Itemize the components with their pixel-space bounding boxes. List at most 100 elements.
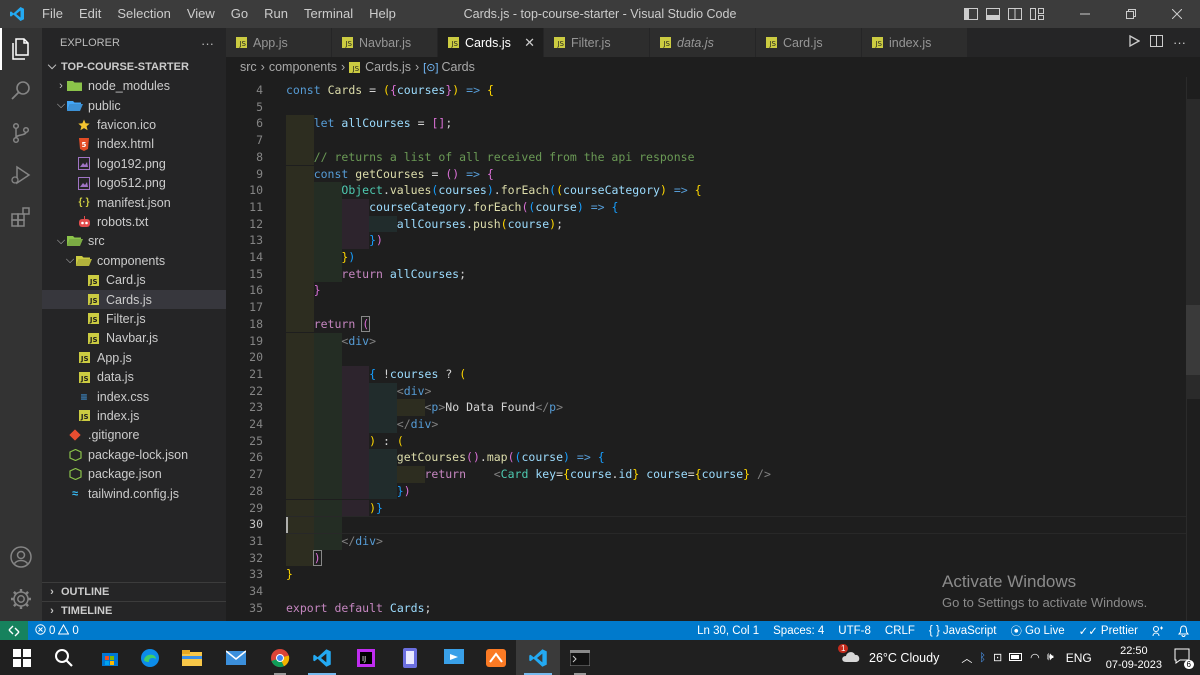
workspace-root[interactable]: ⌵ TOP-COURSE-STARTER	[42, 57, 226, 76]
tree-item-components[interactable]: ⌵ components	[42, 251, 226, 270]
code-line[interactable]: return allCourses;	[286, 266, 466, 283]
extensions-icon[interactable]	[0, 196, 42, 238]
search-icon[interactable]	[0, 70, 42, 112]
prettier-button[interactable]: ✓✓ Prettier	[1072, 624, 1145, 638]
tab-card-js[interactable]: JS Card.js	[756, 28, 862, 57]
run-debug-icon[interactable]	[0, 154, 42, 196]
defender-icon[interactable]: ⊡	[993, 651, 1002, 664]
volume-icon[interactable]: 🕪	[1047, 651, 1054, 664]
code-line[interactable]: return (	[286, 315, 371, 333]
tree-item-logo192-png[interactable]: logo192.png	[42, 154, 226, 173]
tree-item-filter-js[interactable]: JS Filter.js	[42, 309, 226, 328]
tree-item-app-js[interactable]: JS App.js	[42, 348, 226, 367]
code-line[interactable]: const Cards = ({courses}) => {	[286, 82, 494, 99]
notification-center-icon[interactable]: 6	[1170, 648, 1200, 669]
input-language[interactable]: ENG	[1060, 651, 1098, 665]
chevron-up-icon[interactable]: ︿	[961, 650, 972, 666]
tree-item-index-js[interactable]: JS index.js	[42, 406, 226, 425]
explorer-more-button[interactable]: ···	[201, 36, 214, 51]
split-editor-icon[interactable]	[1150, 35, 1163, 50]
code-line[interactable]: }	[286, 566, 293, 583]
store-icon[interactable]	[88, 640, 132, 675]
run-file-icon[interactable]	[1128, 34, 1141, 50]
customize-layout-icon[interactable]	[1026, 0, 1048, 28]
wifi-icon[interactable]: ◠	[1030, 651, 1040, 664]
code-line[interactable]: getCourses().map((course) => {	[286, 449, 605, 466]
code-line[interactable]: )}	[286, 500, 383, 517]
code-line[interactable]: })	[286, 483, 411, 500]
code-line[interactable]: allCourses.push(course);	[286, 216, 563, 233]
go-live-button[interactable]: ⦿ Go Live	[1004, 623, 1072, 639]
menu-go[interactable]: Go	[223, 0, 256, 28]
explorer-icon[interactable]	[0, 28, 42, 70]
vertical-scrollbar[interactable]	[1186, 77, 1200, 621]
feedback-icon[interactable]	[1145, 625, 1171, 637]
breadcrumb-file[interactable]: Cards.js	[365, 60, 411, 74]
tree-item-gitignore[interactable]: .gitignore	[42, 426, 226, 445]
tree-item-cards-js[interactable]: JS Cards.js	[42, 289, 226, 310]
close-window-button[interactable]	[1154, 0, 1200, 28]
weather-widget[interactable]: 1 26°C Cloudy	[833, 644, 947, 667]
tab-navbar-js[interactable]: JS Navbar.js	[332, 28, 438, 57]
quick-assist-icon[interactable]	[432, 640, 476, 675]
account-icon[interactable]	[0, 536, 42, 578]
source-control-icon[interactable]	[0, 112, 42, 154]
settings-gear-icon[interactable]	[0, 578, 42, 620]
tree-item-data-js[interactable]: JS data.js	[42, 368, 226, 387]
edge-browser-icon[interactable]	[128, 640, 172, 675]
code-line[interactable]: ) : (	[286, 433, 404, 450]
code-line[interactable]: </div>	[286, 533, 383, 550]
tree-item-tailwind-config-js[interactable]: ≈ tailwind.config.js	[42, 484, 226, 503]
timeline-section[interactable]: › TIMELINE	[42, 601, 226, 620]
code-line[interactable]: })	[286, 249, 355, 266]
mail-icon[interactable]	[214, 640, 258, 675]
code-line[interactable]: </div>	[286, 416, 439, 433]
tree-item-index-css[interactable]: ≡ index.css	[42, 387, 226, 406]
menu-terminal[interactable]: Terminal	[296, 0, 361, 28]
tab-cards-js[interactable]: JS Cards.js ✕	[438, 28, 544, 57]
menu-file[interactable]: File	[34, 0, 71, 28]
outline-section[interactable]: › OUTLINE	[42, 582, 226, 601]
tree-item-favicon-ico[interactable]: favicon.ico	[42, 115, 226, 134]
cursor-position[interactable]: Ln 30, Col 1	[690, 625, 766, 637]
tab-index-js[interactable]: JS index.js	[862, 28, 968, 57]
indentation[interactable]: Spaces: 4	[766, 625, 831, 637]
toggle-secondary-sidebar-icon[interactable]	[1004, 0, 1026, 28]
code-line[interactable]: courseCategory.forEach((course) => {	[286, 199, 618, 216]
phone-link-icon[interactable]	[388, 640, 432, 675]
line-ending[interactable]: CRLF	[878, 625, 922, 637]
tree-item-src[interactable]: ⌵ src	[42, 232, 226, 251]
tree-item-public[interactable]: ⌵ public	[42, 96, 226, 115]
search-icon[interactable]	[42, 640, 86, 675]
tree-item-package-json[interactable]: package.json	[42, 465, 226, 484]
code-line[interactable]: let allCourses = [];	[286, 115, 453, 132]
code-line[interactable]: export default Cards;	[286, 600, 431, 617]
code-line[interactable]: })	[286, 232, 383, 249]
menu-selection[interactable]: Selection	[109, 0, 178, 28]
encoding[interactable]: UTF-8	[831, 625, 878, 637]
toggle-sidebar-icon[interactable]	[960, 0, 982, 28]
tree-item-package-lock-json[interactable]: package-lock.json	[42, 445, 226, 464]
tree-item-navbar-js[interactable]: JS Navbar.js	[42, 329, 226, 348]
tab-filter-js[interactable]: JS Filter.js	[544, 28, 650, 57]
tree-item-manifest-json[interactable]: {·} manifest.json	[42, 193, 226, 212]
code-line[interactable]: <div>	[286, 333, 376, 350]
more-actions-icon[interactable]: ···	[1173, 35, 1186, 50]
tab-data-js[interactable]: JS data.js	[650, 28, 756, 57]
tree-item-logo512-png[interactable]: logo512.png	[42, 174, 226, 193]
menu-view[interactable]: View	[179, 0, 223, 28]
menu-run[interactable]: Run	[256, 0, 296, 28]
tree-item-card-js[interactable]: JS Card.js	[42, 271, 226, 290]
vscode-taskbar-icon[interactable]	[300, 640, 344, 675]
code-line[interactable]: const getCourses = () => {	[286, 166, 494, 183]
breadcrumb-src[interactable]: src	[240, 60, 257, 74]
toggle-panel-icon[interactable]	[982, 0, 1004, 28]
intellij-icon[interactable]: IJ	[344, 640, 388, 675]
notifications-bell-icon[interactable]	[1171, 624, 1196, 637]
menu-edit[interactable]: Edit	[71, 0, 109, 28]
code-line[interactable]: <div>	[286, 383, 432, 400]
restore-button[interactable]	[1108, 0, 1154, 28]
tab-app-js[interactable]: JS App.js	[226, 28, 332, 57]
windows-start-icon[interactable]	[0, 640, 44, 675]
language-mode[interactable]: { } JavaScript	[922, 625, 1004, 637]
